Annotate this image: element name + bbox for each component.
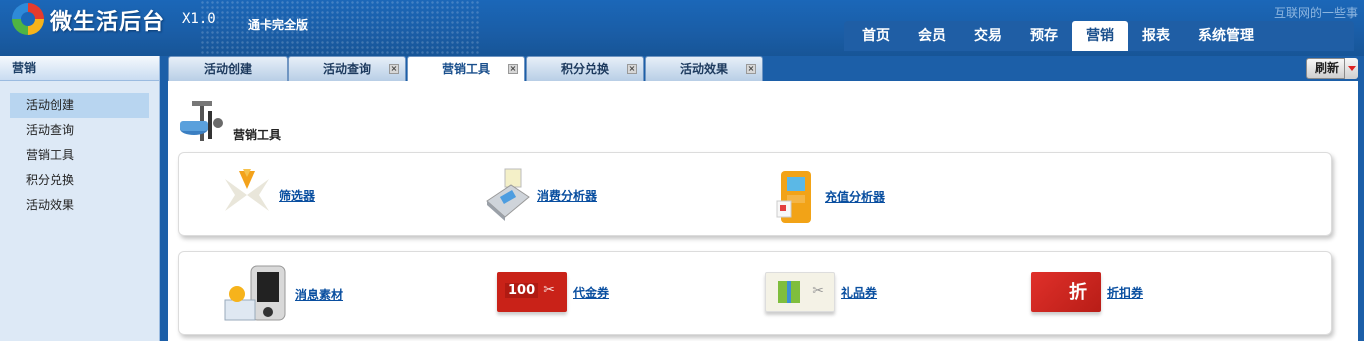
gift-coupon-icon: ✂ [765, 272, 835, 312]
sidebar-item-points-exchange[interactable]: 积分兑换 [10, 168, 149, 193]
main-content: 营销工具 筛选器 消费分析器 充值分析器 消息素材 100 ✂ 代金券 ✂ 礼品… [168, 81, 1358, 341]
gift-ribbon [787, 281, 791, 303]
nav-home[interactable]: 首页 [848, 21, 904, 51]
tab-points-exchange[interactable]: 积分兑换 × [526, 56, 644, 81]
nav-marketing[interactable]: 营销 [1072, 21, 1128, 51]
filter-icon [225, 169, 269, 211]
scissors-icon: ✂ [543, 282, 555, 298]
world-map-decoration [200, 0, 480, 56]
tool-recharge-analyzer[interactable]: 充值分析器 [775, 167, 885, 225]
voucher-badge: 100 [505, 283, 539, 298]
top-nav: 首页 会员 交易 预存 营销 报表 系统管理 [844, 21, 1354, 51]
tool-voucher[interactable]: 100 ✂ 代金券 [497, 272, 609, 312]
gift-coupon-link[interactable]: 礼品券 [841, 284, 877, 301]
sidebar-item-activity-create[interactable]: 活动创建 [10, 93, 149, 118]
recharge-analyzer-link[interactable]: 充值分析器 [825, 188, 885, 205]
nav-reports[interactable]: 报表 [1128, 21, 1184, 51]
section-title: 营销工具 [233, 128, 282, 142]
tools-panel-analysis: 筛选器 消费分析器 充值分析器 [178, 152, 1332, 236]
atm-icon [776, 171, 811, 223]
sidebar-item-activity-query[interactable]: 活动查询 [10, 118, 149, 143]
tab-label: 活动创建 [203, 62, 252, 76]
tab-activity-query[interactable]: 活动查询 × [288, 56, 406, 81]
sidebar-item-marketing-tools[interactable]: 营销工具 [10, 143, 149, 168]
close-icon[interactable]: × [746, 64, 756, 74]
sidebar-item-activity-effect[interactable]: 活动效果 [10, 193, 149, 218]
header-slogan: 互联网的一些事 [1273, 6, 1358, 20]
scissors-icon: ✂ [812, 283, 824, 299]
sidebar-title: 营销 [0, 56, 159, 81]
app-version: X1.0 [182, 11, 216, 27]
tool-gift-coupon[interactable]: ✂ 礼品券 [765, 272, 877, 312]
discount-coupon-icon: 折 [1031, 272, 1101, 312]
close-icon[interactable]: × [627, 64, 637, 74]
nav-system-management[interactable]: 系统管理 [1184, 21, 1268, 51]
discount-badge: 折 [1069, 282, 1087, 303]
app-edition: 通卡完全版 [248, 18, 309, 32]
close-icon[interactable]: × [389, 64, 399, 74]
app-logo-icon [12, 3, 44, 35]
nav-prepaid[interactable]: 预存 [1016, 21, 1072, 51]
tab-label: 活动效果 [679, 62, 728, 76]
app-title: 微生活后台 [50, 10, 166, 35]
tool-consumption-analyzer[interactable]: 消费分析器 [483, 167, 597, 223]
phone-message-icon [224, 265, 286, 321]
discount-coupon-link[interactable]: 折扣券 [1107, 284, 1143, 301]
close-icon[interactable]: × [508, 64, 518, 74]
refresh-button[interactable]: 刷新 [1306, 58, 1358, 79]
header: 微生活后台 X1.0 通卡完全版 互联网的一些事 首页 会员 交易 预存 营销 … [0, 0, 1364, 56]
voucher-icon: 100 ✂ [497, 272, 567, 312]
nav-members[interactable]: 会员 [904, 21, 960, 51]
tab-activity-create[interactable]: 活动创建 [168, 56, 288, 81]
tool-discount-coupon[interactable]: 折 折扣券 [1031, 272, 1143, 312]
filter-link[interactable]: 筛选器 [279, 187, 315, 204]
chevron-down-icon[interactable] [1344, 58, 1358, 79]
tools-panel-coupons: 消息素材 100 ✂ 代金券 ✂ 礼品券 折 折扣券 [178, 251, 1332, 335]
consumption-analyzer-link[interactable]: 消费分析器 [537, 187, 597, 204]
voucher-link[interactable]: 代金券 [573, 284, 609, 301]
sidebar-list: 活动创建 活动查询 营销工具 积分兑换 活动效果 [0, 81, 159, 218]
tool-filter[interactable]: 筛选器 [221, 167, 315, 223]
tab-label: 营销工具 [441, 62, 490, 76]
nav-transactions[interactable]: 交易 [960, 21, 1016, 51]
tab-label: 积分兑换 [560, 62, 609, 76]
tool-message-material[interactable]: 消息素材 [221, 264, 343, 324]
message-material-link[interactable]: 消息素材 [295, 286, 343, 303]
tab-bar: 活动创建 活动查询 × 营销工具 × 积分兑换 × 活动效果 × 刷新 [160, 56, 1364, 82]
tab-activity-effect[interactable]: 活动效果 × [645, 56, 763, 81]
sidebar: 营销 活动创建 活动查询 营销工具 积分兑换 活动效果 [0, 56, 160, 341]
pos-terminal-icon [486, 168, 530, 221]
tab-marketing-tools[interactable]: 营销工具 × [407, 56, 525, 82]
tools-icon [180, 101, 223, 141]
refresh-label: 刷新 [1315, 61, 1340, 75]
tab-label: 活动查询 [322, 62, 371, 76]
